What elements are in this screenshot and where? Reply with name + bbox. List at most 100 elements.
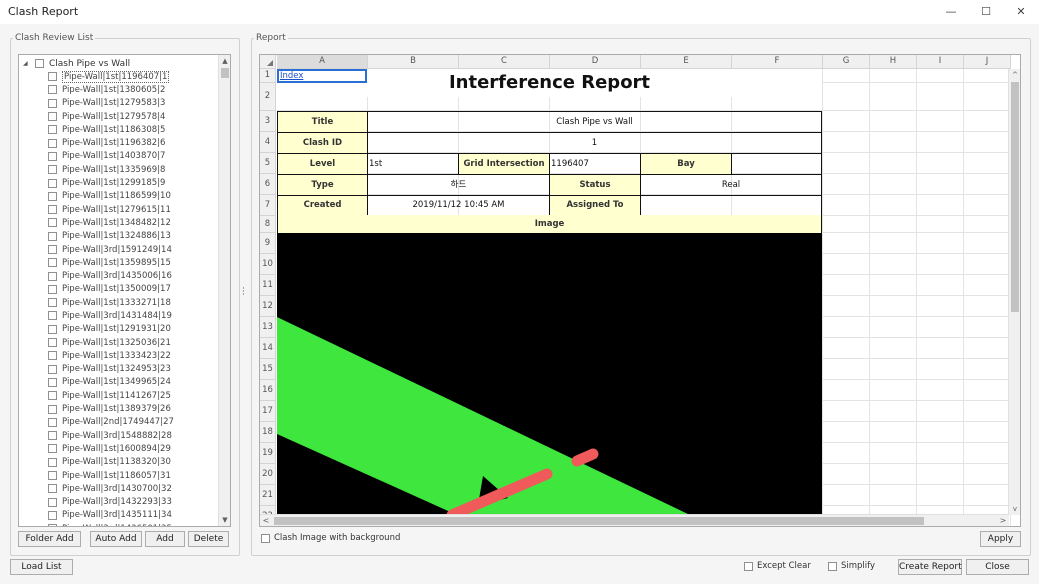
tree-item[interactable]: Pipe-Wall|1st|1348482|12 bbox=[48, 216, 223, 229]
row-header[interactable]: 13 bbox=[260, 317, 276, 338]
column-header[interactable]: E bbox=[641, 55, 732, 69]
row-header[interactable]: 11 bbox=[260, 275, 276, 296]
tree-item-checkbox[interactable] bbox=[48, 125, 57, 135]
sheet-scroll-right-icon[interactable]: > bbox=[997, 515, 1009, 526]
clash-image-background-option[interactable]: Clash Image with background bbox=[261, 533, 400, 543]
select-all-corner[interactable] bbox=[260, 55, 276, 69]
bay-label-cell[interactable]: Bay bbox=[640, 153, 732, 175]
tree-item[interactable]: Pipe-Wall|1st|1324886|13 bbox=[48, 230, 223, 243]
tree-item-checkbox[interactable] bbox=[48, 178, 57, 188]
tree-item[interactable]: Pipe-Wall|3rd|1435006|16 bbox=[48, 269, 223, 282]
clash-id-value-cell[interactable]: 1 bbox=[367, 132, 822, 154]
tree-item[interactable]: Pipe-Wall|1st|1389379|26 bbox=[48, 402, 223, 415]
tree-item[interactable]: Pipe-Wall|1st|1196382|6 bbox=[48, 136, 223, 149]
title-label-cell[interactable]: Title bbox=[277, 111, 368, 133]
column-header[interactable]: F bbox=[732, 55, 823, 69]
bay-value-cell[interactable] bbox=[731, 153, 822, 175]
sheet-hscroll-thumb[interactable] bbox=[274, 517, 924, 525]
folder-add-button[interactable]: Folder Add bbox=[18, 531, 81, 547]
tree-item-checkbox[interactable] bbox=[48, 258, 57, 268]
grid-intersection-label-cell[interactable]: Grid Intersection bbox=[458, 153, 550, 175]
tree-item[interactable]: Pipe-Wall|3rd|1548882|28 bbox=[48, 429, 223, 442]
splitter-grip-icon[interactable]: · · · bbox=[242, 285, 245, 300]
row-header[interactable]: 3 bbox=[260, 111, 276, 132]
tree-item[interactable]: Pipe-Wall|1st|1186308|5 bbox=[48, 123, 223, 136]
tree-item-checkbox[interactable] bbox=[48, 510, 57, 520]
grid-intersection-value-cell[interactable]: 1196407 bbox=[549, 153, 641, 175]
tree-item[interactable]: Pipe-Wall|1st|1325036|21 bbox=[48, 336, 223, 349]
row-header[interactable]: 9 bbox=[260, 233, 276, 254]
delete-button[interactable]: Delete bbox=[188, 531, 229, 547]
clash-tree[interactable]: ◢ Clash Pipe vs Wall Pipe-Wall|1st|11964… bbox=[18, 54, 231, 527]
row-header[interactable]: 10 bbox=[260, 254, 276, 275]
tree-item[interactable]: Pipe-Wall|3rd|1435111|34 bbox=[48, 509, 223, 522]
column-header[interactable]: J bbox=[964, 55, 1011, 69]
tree-item[interactable]: Pipe-Wall|1st|1335969|8 bbox=[48, 163, 223, 176]
tree-item[interactable]: Pipe-Wall|3rd|1591249|14 bbox=[48, 243, 223, 256]
tree-item[interactable]: Pipe-Wall|1st|1600894|29 bbox=[48, 442, 223, 455]
close-window-button[interactable]: ✕ bbox=[1006, 2, 1036, 22]
row-header[interactable]: 12 bbox=[260, 296, 276, 317]
tree-item-checkbox[interactable] bbox=[48, 444, 57, 454]
sheet-vscroll-thumb[interactable] bbox=[1011, 82, 1019, 312]
sheet-scroll-up-icon[interactable]: ^ bbox=[1009, 69, 1020, 81]
report-spreadsheet[interactable]: ABCDEFGHIJ 1 2 3 4 5 6 7 8 9 10 11 12 13 14 15 16 17 18 19… bbox=[259, 54, 1021, 527]
tree-item-checkbox[interactable] bbox=[48, 205, 57, 215]
tree-root-node[interactable]: ◢ Clash Pipe vs Wall bbox=[23, 57, 130, 70]
tree-item[interactable]: Pipe-Wall|1st|1403870|7 bbox=[48, 150, 223, 163]
tree-item-checkbox[interactable] bbox=[48, 245, 57, 254]
minimize-button[interactable]: — bbox=[936, 2, 966, 22]
tree-item-checkbox[interactable] bbox=[48, 524, 57, 526]
row-header[interactable]: 1 bbox=[260, 69, 276, 83]
tree-item[interactable]: Pipe-Wall|1st|1186057|31 bbox=[48, 469, 223, 482]
tree-item-checkbox[interactable] bbox=[48, 191, 57, 201]
simplify-checkbox[interactable] bbox=[828, 561, 837, 571]
tree-item[interactable]: Pipe-Wall|1st|1333423|22 bbox=[48, 349, 223, 362]
type-label-cell[interactable]: Type bbox=[277, 174, 368, 196]
clash-id-label-cell[interactable]: Clash ID bbox=[277, 132, 368, 154]
clash-image-background-checkbox[interactable] bbox=[261, 533, 270, 543]
add-button[interactable]: Add bbox=[145, 531, 185, 547]
row-header[interactable]: 17 bbox=[260, 401, 276, 422]
tree-item-checkbox[interactable] bbox=[48, 138, 57, 148]
assigned-to-value-cell[interactable] bbox=[640, 195, 822, 216]
tree-item-checkbox[interactable] bbox=[48, 151, 57, 161]
status-value-cell[interactable]: Real bbox=[640, 174, 822, 196]
tree-item[interactable]: Pipe-Wall|1st|1291931|20 bbox=[48, 323, 223, 336]
created-value-cell[interactable]: 2019/11/12 10:45 AM bbox=[367, 195, 550, 216]
scroll-thumb[interactable] bbox=[221, 68, 229, 78]
level-label-cell[interactable]: Level bbox=[277, 153, 368, 175]
column-header[interactable]: G bbox=[823, 55, 870, 69]
status-label-cell[interactable]: Status bbox=[549, 174, 641, 196]
scroll-up-icon[interactable]: ▲ bbox=[219, 55, 230, 67]
tree-item-checkbox[interactable] bbox=[48, 471, 57, 481]
tree-item-checkbox[interactable] bbox=[48, 271, 57, 281]
maximize-button[interactable]: ☐ bbox=[971, 2, 1001, 22]
tree-item-checkbox[interactable] bbox=[48, 98, 57, 108]
column-header[interactable]: D bbox=[550, 55, 641, 69]
tree-item-checkbox[interactable] bbox=[48, 457, 57, 467]
tree-item[interactable]: Pipe-Wall|1st|1299185|9 bbox=[48, 176, 223, 189]
tree-scrollbar[interactable]: ▲ ▼ bbox=[218, 55, 230, 526]
image-label-cell[interactable]: Image bbox=[277, 215, 822, 233]
row-header[interactable]: 19 bbox=[260, 443, 276, 464]
type-value-cell[interactable]: 하드 bbox=[367, 174, 550, 196]
assigned-to-label-cell[interactable]: Assigned To bbox=[549, 195, 641, 216]
sheet-horizontal-scrollbar[interactable]: < > bbox=[260, 514, 1009, 526]
row-header[interactable]: 6 bbox=[260, 174, 276, 195]
tree-item-checkbox[interactable] bbox=[48, 497, 57, 507]
tree-item[interactable]: Pipe-Wall|1st|1138320|30 bbox=[48, 456, 223, 469]
sheet-scroll-down-icon[interactable]: v bbox=[1009, 503, 1020, 515]
tree-item-checkbox[interactable] bbox=[48, 72, 57, 82]
load-list-button[interactable]: Load List bbox=[10, 559, 73, 575]
except-clear-option[interactable]: Except Clear bbox=[744, 561, 811, 571]
tree-item-checkbox[interactable] bbox=[48, 431, 57, 441]
close-button[interactable]: Close bbox=[966, 559, 1029, 575]
tree-item[interactable]: Pipe-Wall|3rd|1436501|35 bbox=[48, 522, 223, 526]
tree-item[interactable]: Pipe-Wall|1st|1333271|18 bbox=[48, 296, 223, 309]
column-header[interactable]: B bbox=[368, 55, 459, 69]
tree-item-checkbox[interactable] bbox=[48, 391, 57, 401]
row-header[interactable]: 8 bbox=[260, 216, 276, 233]
tree-item[interactable]: Pipe-Wall|1st|1141267|25 bbox=[48, 389, 223, 402]
column-header[interactable]: H bbox=[870, 55, 917, 69]
